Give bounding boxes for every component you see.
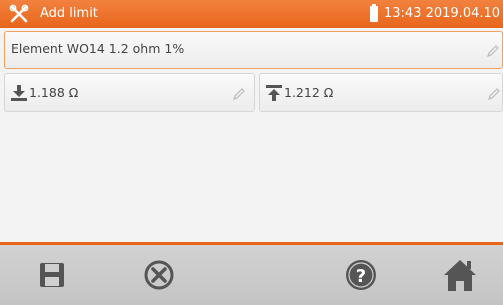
save-button[interactable]	[32, 255, 72, 295]
pencil-icon[interactable]	[231, 86, 247, 102]
bottom-toolbar: ?	[0, 245, 503, 305]
limit-name-value: Element WO14 1.2 ohm 1%	[11, 41, 185, 56]
home-button[interactable]	[440, 255, 480, 295]
limit-name-field[interactable]: Element WO14 1.2 ohm 1%	[4, 31, 503, 69]
tools-icon	[9, 4, 29, 23]
svg-text:?: ?	[356, 266, 366, 287]
help-button[interactable]: ?	[341, 255, 381, 295]
help-icon: ?	[346, 260, 376, 290]
date-time: 13:43 2019.04.10	[384, 6, 501, 21]
lower-limit-arrow-icon	[11, 85, 27, 101]
home-icon	[444, 260, 476, 291]
lower-limit-field[interactable]: 1.188 Ω	[4, 73, 255, 112]
upper-limit-field[interactable]: 1.212 Ω	[259, 73, 503, 112]
save-icon	[40, 263, 64, 287]
title-bar: Add limit 13:43 2019.04.10	[0, 0, 503, 28]
upper-limit-value: 1.212 Ω	[284, 85, 334, 100]
lower-limit-value: 1.188 Ω	[29, 85, 79, 100]
cancel-icon	[144, 260, 174, 290]
battery-icon	[370, 4, 378, 22]
upper-limit-arrow-icon	[266, 85, 282, 101]
pencil-icon[interactable]	[485, 43, 501, 59]
pencil-icon[interactable]	[486, 86, 502, 102]
cancel-button[interactable]	[139, 255, 179, 295]
screen-title: Add limit	[40, 6, 98, 21]
